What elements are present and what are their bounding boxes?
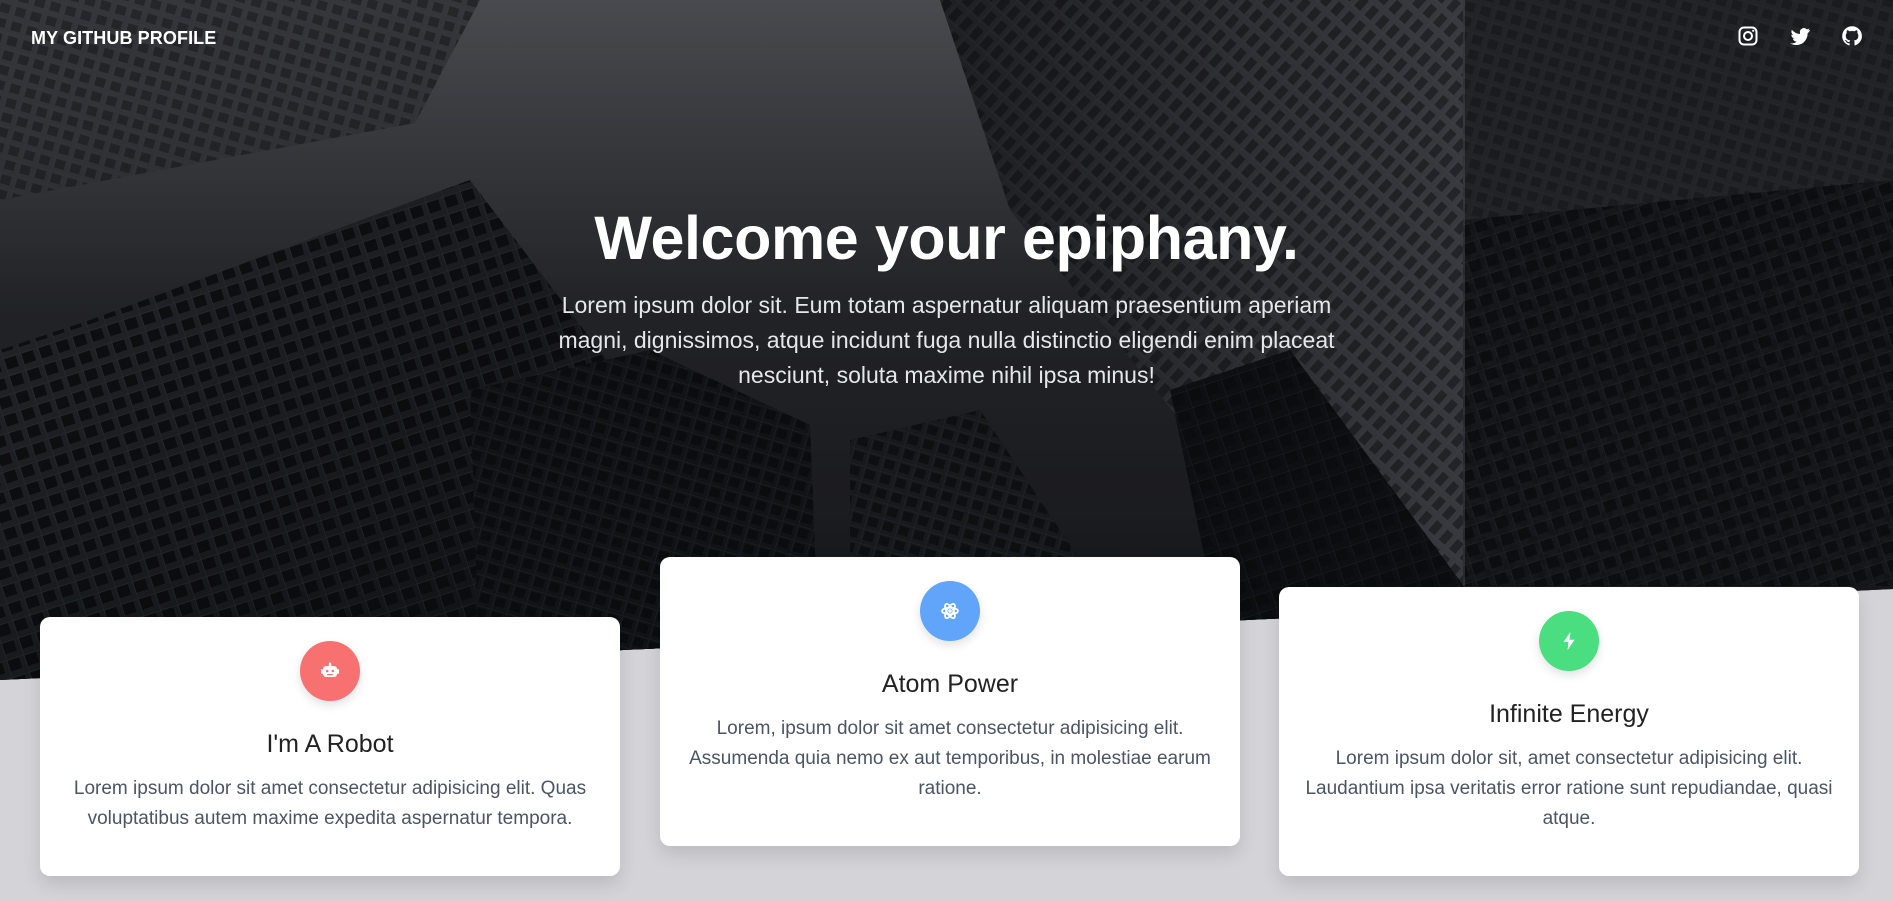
feature-card-atom-power: Atom Power Lorem, ipsum dolor sit amet c… — [660, 557, 1240, 846]
hero-description: Lorem ipsum dolor sit. Eum totam asperna… — [558, 292, 1335, 388]
github-link[interactable] — [1840, 24, 1864, 48]
hero-title: Welcome your epiphany. — [594, 204, 1299, 272]
atom-icon-badge — [920, 581, 980, 641]
card-title: Atom Power — [881, 670, 1019, 698]
atom-icon — [941, 602, 959, 620]
card-description: Lorem, ipsum dolor sit amet consectetur … — [689, 718, 1211, 799]
card-title: Infinite Energy — [1489, 700, 1649, 728]
instagram-icon — [1738, 26, 1758, 46]
robot-icon — [321, 662, 339, 677]
site-brand[interactable]: MY GITHUB PROFILE — [31, 28, 216, 49]
feature-card-robot: I'm A Robot Lorem ipsum dolor sit amet c… — [40, 617, 620, 876]
bolt-icon — [1563, 631, 1575, 651]
instagram-link[interactable] — [1736, 24, 1760, 48]
feature-card-infinite-energy: Infinite Energy Lorem ipsum dolor sit, a… — [1279, 587, 1859, 876]
landing-page: MY GITHUB PROFILE Welcome your epiphany.… — [0, 0, 1893, 901]
hero-content: Welcome your epiphany. Lorem ipsum dolor… — [0, 202, 1893, 393]
robot-icon-badge — [300, 641, 360, 701]
top-navigation: MY GITHUB PROFILE — [0, 0, 1893, 80]
card-title: I'm A Robot — [266, 730, 394, 758]
github-icon — [1842, 26, 1862, 46]
twitter-link[interactable] — [1788, 24, 1812, 48]
social-links — [1736, 24, 1864, 48]
bolt-icon-badge — [1539, 611, 1599, 671]
card-description: Lorem ipsum dolor sit, amet consectetur … — [1305, 748, 1833, 829]
twitter-icon — [1790, 28, 1810, 46]
card-description: Lorem ipsum dolor sit amet consectetur a… — [73, 778, 587, 829]
